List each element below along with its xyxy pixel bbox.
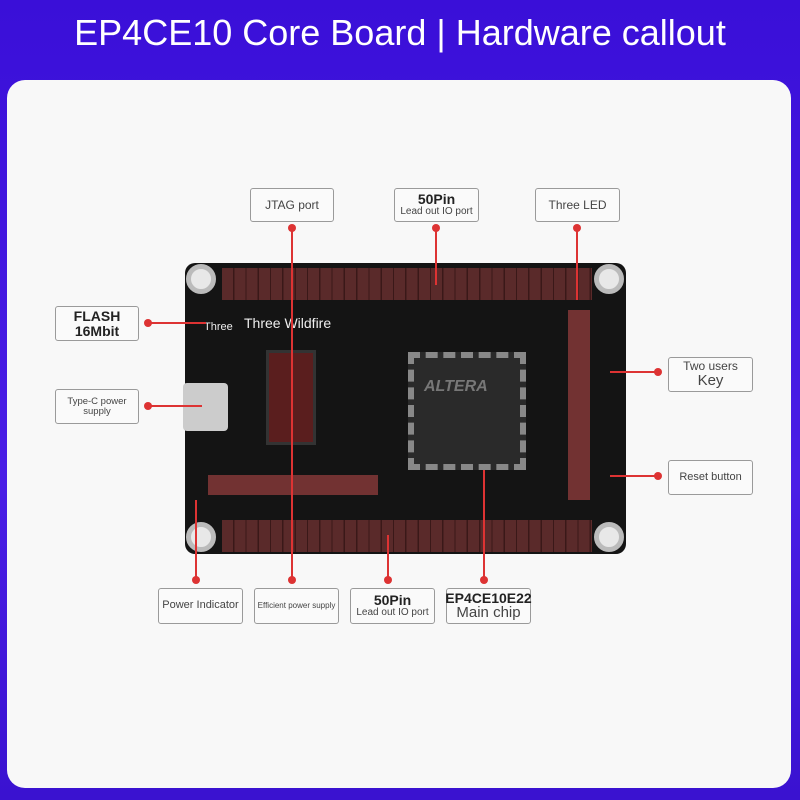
callout-top-io-header: 50Pin Lead out IO port: [394, 188, 479, 222]
bottom-pin-header: [222, 520, 592, 552]
callout-flash: FLASH 16Mbit: [55, 306, 139, 341]
board-overlay-small: Three: [204, 321, 233, 333]
fpga-board: [185, 263, 626, 554]
board-overlay-large: Three Wildfire: [244, 315, 332, 331]
callout-type-c: Type-C power supply: [55, 389, 139, 424]
chip-logo: ALTERA: [424, 378, 488, 395]
mount-hole: [594, 522, 624, 552]
mount-hole: [186, 264, 216, 294]
top-pin-header: [222, 268, 592, 300]
mount-hole: [594, 264, 624, 294]
callout-three-led: Three LED: [535, 188, 620, 222]
callout-user-keys: Two users Key: [668, 357, 753, 392]
page-title: EP4CE10 Core Board | Hardware callout: [74, 12, 726, 53]
callout-power-indicator: Power Indicator: [158, 588, 243, 624]
mount-hole: [186, 522, 216, 552]
callout-reset-button: Reset button: [668, 460, 753, 495]
power-components: [208, 475, 378, 495]
callout-bottom-io-header: 50Pin Lead out IO port: [350, 588, 435, 624]
main-chip: ALTERA: [408, 352, 526, 470]
callout-main-chip: EP4CE10E22 Main chip: [445, 588, 532, 624]
usb-c-port: [183, 383, 228, 431]
led-key-area: [568, 310, 590, 500]
callout-jtag-port: JTAG port: [250, 188, 334, 222]
callout-efficient-power: Efficient power supply: [254, 588, 339, 624]
